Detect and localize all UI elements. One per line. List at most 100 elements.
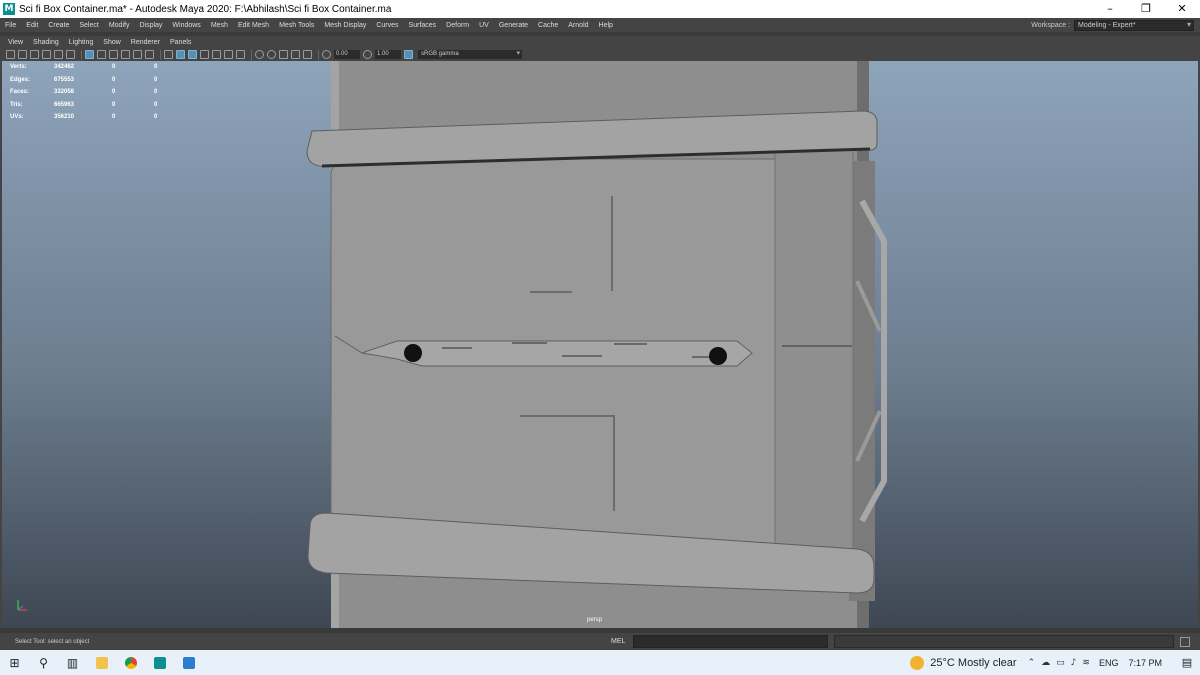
- bookmark-icon[interactable]: [30, 50, 39, 59]
- gamma-field[interactable]: 1.00: [375, 50, 401, 59]
- panel-menu-shading[interactable]: Shading: [28, 39, 64, 46]
- menu-cache[interactable]: Cache: [533, 22, 563, 29]
- mel-command-input[interactable]: [633, 635, 828, 648]
- gate-mask-icon[interactable]: [121, 50, 130, 59]
- resolution-gate-icon[interactable]: [109, 50, 118, 59]
- smooth-shade-icon[interactable]: [176, 50, 185, 59]
- xray-icon[interactable]: [236, 50, 245, 59]
- menu-create[interactable]: Create: [43, 22, 74, 29]
- cloud-icon[interactable]: ☁: [1041, 658, 1050, 668]
- help-line-text: Select Tool: select an object: [15, 638, 90, 645]
- workspace-dropdown[interactable]: Modeling - Expert*: [1074, 20, 1194, 31]
- notification-icon[interactable]: ▤: [1174, 650, 1200, 675]
- clock[interactable]: 7:17 PM: [1128, 658, 1162, 668]
- grid-icon[interactable]: [85, 50, 94, 59]
- axis-gizmo-icon: [17, 600, 27, 611]
- film-gate-icon[interactable]: [97, 50, 106, 59]
- photos-icon[interactable]: [174, 650, 203, 675]
- anti-aliasing-icon[interactable]: [279, 50, 288, 59]
- hud-label: UVs:: [10, 114, 24, 121]
- menu-display[interactable]: Display: [134, 22, 167, 29]
- wireframe-icon[interactable]: [164, 50, 173, 59]
- panel-menu-renderer[interactable]: Renderer: [126, 39, 165, 46]
- menu-generate[interactable]: Generate: [494, 22, 533, 29]
- window-title: Sci fi Box Container.ma* - Autodesk Maya…: [19, 3, 392, 15]
- hud-value: 0: [112, 76, 116, 83]
- toolbar-separator: [251, 49, 252, 60]
- color-management-icon[interactable]: [404, 50, 413, 59]
- isolate-select-icon[interactable]: [303, 50, 312, 59]
- panel-menu-panels[interactable]: Panels: [165, 39, 196, 46]
- file-explorer-icon[interactable]: [87, 650, 116, 675]
- exposure-icon[interactable]: [322, 50, 331, 59]
- image-plane-icon[interactable]: [42, 50, 51, 59]
- search-icon[interactable]: ⚲: [29, 650, 58, 675]
- menu-edit-mesh[interactable]: Edit Mesh: [233, 22, 274, 29]
- menu-mesh-tools[interactable]: Mesh Tools: [274, 22, 319, 29]
- view-transform-dropdown[interactable]: sRGB gamma: [418, 49, 522, 59]
- weather-text: 25°C Mostly clear: [930, 656, 1017, 669]
- menu-mesh[interactable]: Mesh: [206, 22, 233, 29]
- field-chart-icon[interactable]: [133, 50, 142, 59]
- menu-deform[interactable]: Deform: [441, 22, 474, 29]
- window-controls: – ❐ ✕: [1092, 0, 1200, 18]
- exposure-field[interactable]: 0.00: [334, 50, 360, 59]
- grease-pencil-icon[interactable]: [66, 50, 75, 59]
- script-editor-button[interactable]: [1180, 636, 1190, 647]
- menu-help[interactable]: Help: [594, 22, 618, 29]
- panel-menu-lighting[interactable]: Lighting: [64, 39, 99, 46]
- wifi-icon[interactable]: ≋: [1082, 658, 1090, 668]
- menu-mesh-display[interactable]: Mesh Display: [319, 22, 371, 29]
- hud-value: 0: [154, 76, 158, 83]
- minimize-button[interactable]: –: [1092, 0, 1128, 18]
- gamma-icon[interactable]: [363, 50, 372, 59]
- menu-select[interactable]: Select: [74, 22, 103, 29]
- hud-value: 342462: [54, 64, 75, 71]
- panel-menu-view[interactable]: View: [3, 39, 28, 46]
- safe-action-icon[interactable]: [145, 50, 154, 59]
- box-side-panel: [774, 145, 854, 557]
- panel-menu-bar: View Shading Lighting Show Renderer Pane…: [0, 36, 1200, 48]
- start-icon[interactable]: ⊞: [0, 650, 29, 675]
- toolbar-separator: [318, 49, 319, 60]
- weather-widget[interactable]: 25°C Mostly clear: [910, 655, 1017, 670]
- menu-uv[interactable]: UV: [474, 22, 494, 29]
- mel-result-field: [834, 635, 1174, 648]
- battery-icon[interactable]: ▭: [1056, 658, 1065, 668]
- depth-of-field-icon[interactable]: [291, 50, 300, 59]
- chrome-icon[interactable]: [116, 650, 145, 675]
- select-camera-icon[interactable]: [6, 50, 15, 59]
- textured-icon[interactable]: [200, 50, 209, 59]
- menu-curves[interactable]: Curves: [371, 22, 403, 29]
- use-all-lights-icon[interactable]: [212, 50, 221, 59]
- restore-button[interactable]: ❐: [1128, 0, 1164, 18]
- maya-icon[interactable]: [145, 650, 174, 675]
- volume-icon[interactable]: ♪: [1071, 658, 1077, 668]
- motion-blur-icon[interactable]: [267, 50, 276, 59]
- wireframe-on-shaded-icon[interactable]: [188, 50, 197, 59]
- panel-menu-show[interactable]: Show: [98, 39, 126, 46]
- task-view-icon[interactable]: ▥: [58, 650, 87, 675]
- menu-surfaces[interactable]: Surfaces: [404, 22, 442, 29]
- chevron-up-icon[interactable]: ⌃: [1028, 658, 1036, 668]
- viewport-persp[interactable]: Verts: 342462 0 0 Edges: 675553 0 0 Face…: [2, 61, 1198, 628]
- menu-windows[interactable]: Windows: [167, 22, 205, 29]
- ambient-occlusion-icon[interactable]: [255, 50, 264, 59]
- close-button[interactable]: ✕: [1164, 0, 1200, 18]
- menu-edit[interactable]: Edit: [21, 22, 43, 29]
- mel-label[interactable]: MEL: [611, 638, 633, 645]
- shadows-icon[interactable]: [224, 50, 233, 59]
- sci-fi-box-container-model: [306, 61, 887, 628]
- 2d-pan-zoom-icon[interactable]: [54, 50, 63, 59]
- menu-arnold[interactable]: Arnold: [563, 22, 593, 29]
- camera-attributes-icon[interactable]: [18, 50, 27, 59]
- hud-row-edges: Edges: 675553 0 0: [10, 74, 196, 87]
- bolt-hole-left: [404, 344, 422, 362]
- poly-count-hud: Verts: 342462 0 0 Edges: 675553 0 0 Face…: [10, 61, 196, 124]
- toolbar-separator: [160, 49, 161, 60]
- hud-label: Tris:: [10, 101, 23, 108]
- hud-row-faces: Faces: 332058 0 0: [10, 86, 196, 99]
- menu-file[interactable]: File: [0, 22, 21, 29]
- language-indicator[interactable]: ENG: [1099, 658, 1119, 668]
- menu-modify[interactable]: Modify: [104, 22, 135, 29]
